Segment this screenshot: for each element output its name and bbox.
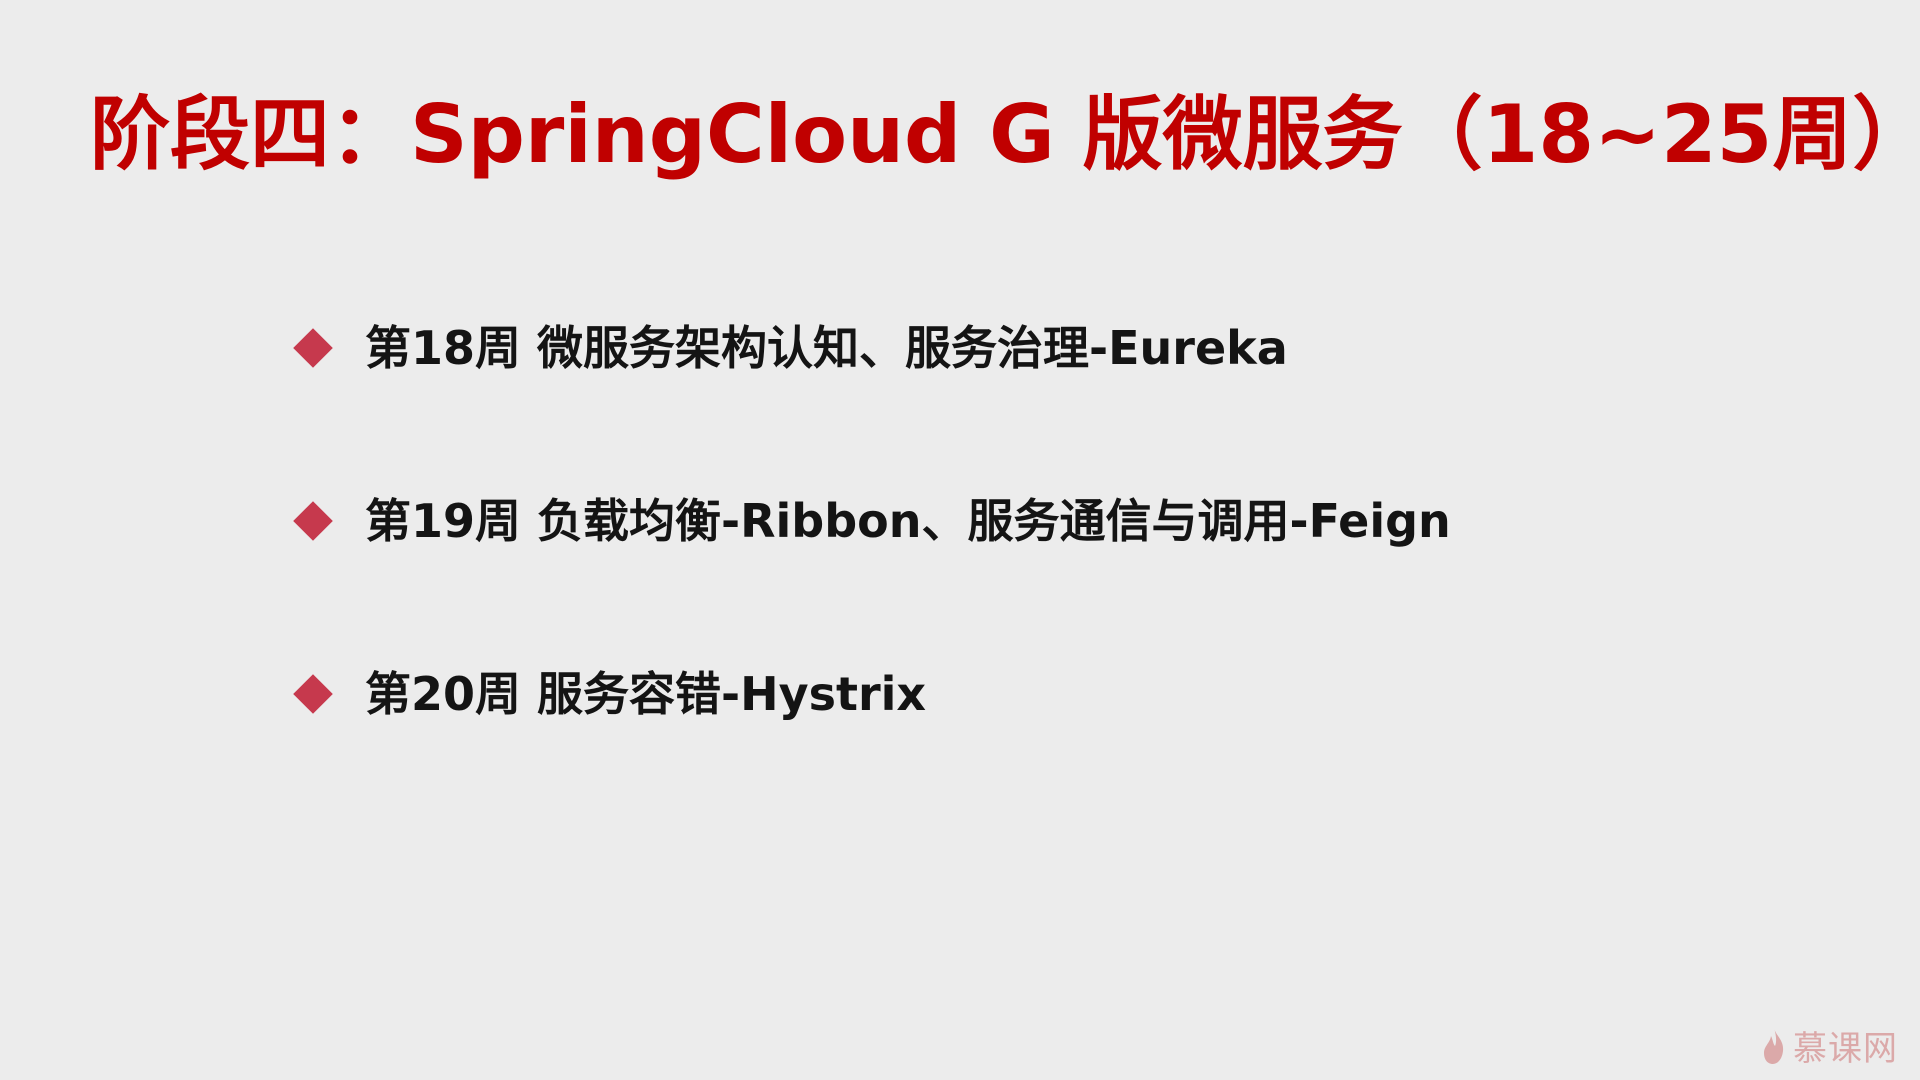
flame-icon (1764, 1027, 1784, 1064)
list-item-text: 第19周 负载均衡-Ribbon、服务通信与调用-Feign (365, 494, 1451, 548)
diamond-bullet-icon (293, 501, 333, 541)
list-item: 第18周 微服务架构认知、服务治理-Eureka (292, 313, 1288, 383)
watermark-text: 慕课网 (1793, 1029, 1898, 1069)
list-item: 第19周 负载均衡-Ribbon、服务通信与调用-Feign (292, 486, 1451, 556)
diamond-bullet-icon (293, 674, 333, 714)
list-item-text: 第18周 微服务架构认知、服务治理-Eureka (365, 321, 1288, 375)
diamond-bullet-icon (293, 328, 333, 368)
list-item: 第20周 服务容错-Hystrix (292, 659, 926, 729)
bullet-list: 第18周 微服务架构认知、服务治理-Eureka 第19周 负载均衡-Ribbo… (0, 0, 1920, 1080)
list-item-text: 第20周 服务容错-Hystrix (365, 667, 927, 721)
slide: 阶段四：SpringCloud G 版微服务（18~25周） 第18周 微服务架… (0, 0, 1920, 1080)
watermark-logo: 慕课网 (1761, 1021, 1898, 1070)
